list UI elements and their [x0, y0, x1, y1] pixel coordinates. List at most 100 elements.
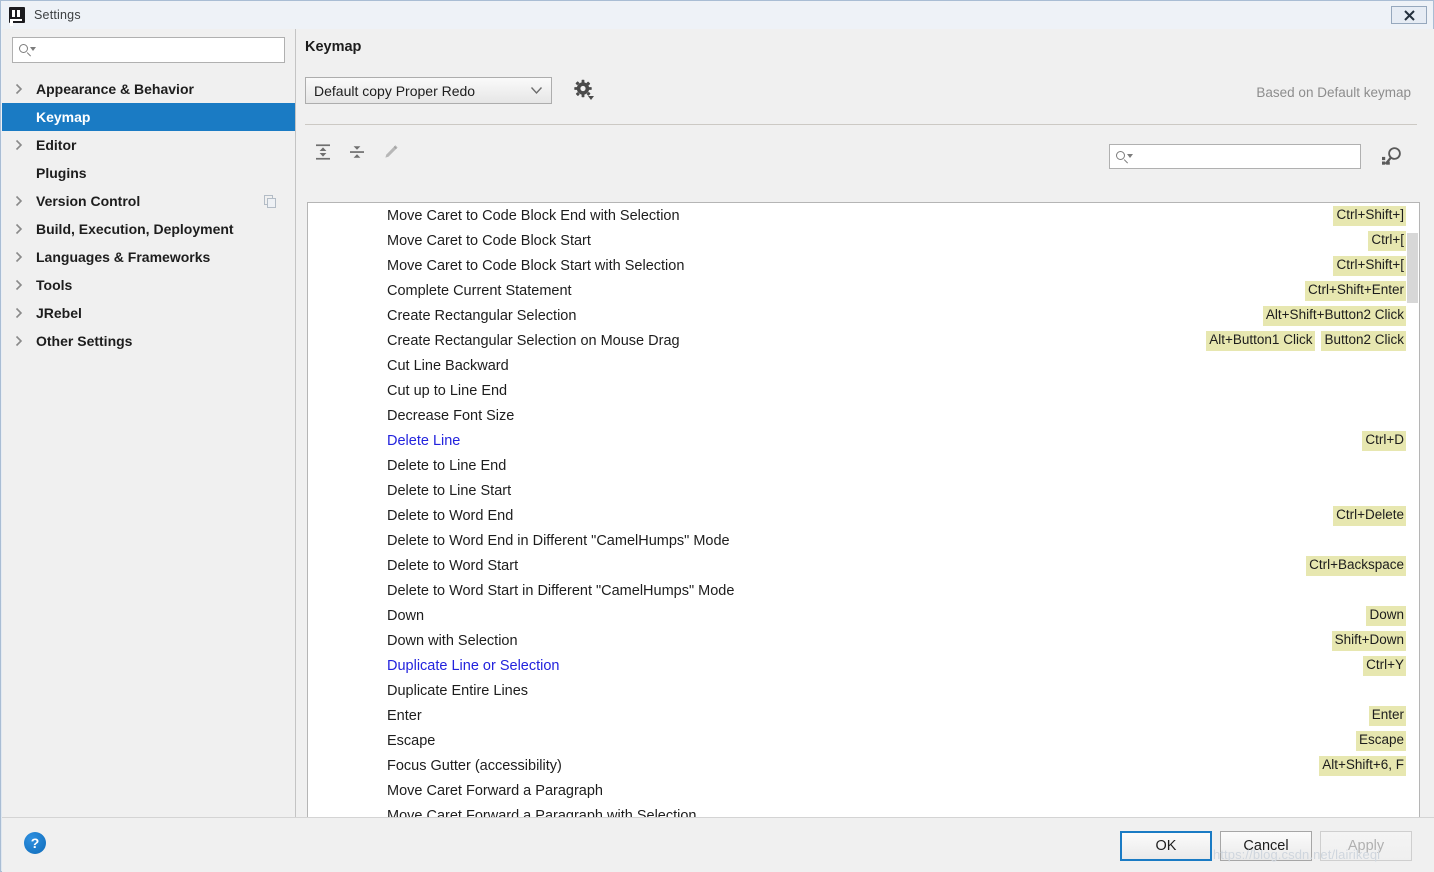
chevron-right-icon[interactable]: [2, 251, 36, 263]
expand-all-icon[interactable]: [308, 137, 338, 167]
shortcut-list: Ctrl+Y: [1363, 656, 1407, 676]
shortcut-badge[interactable]: Escape: [1355, 731, 1407, 751]
action-row[interactable]: Complete Current Statement Ctrl+Shift+Ent…: [308, 278, 1419, 303]
keymap-select[interactable]: Default copy Proper Redo: [305, 77, 552, 104]
action-row[interactable]: Delete Line Ctrl+D: [308, 428, 1419, 453]
chevron-right-icon[interactable]: [2, 139, 36, 151]
action-row[interactable]: Move Caret to Code Block Start with Sele…: [308, 253, 1419, 278]
action-row[interactable]: Move Caret Forward a Paragraph: [308, 778, 1419, 803]
chevron-right-icon[interactable]: [2, 335, 36, 347]
action-row[interactable]: Create Rectangular Selection Alt+Shift+Bu…: [308, 303, 1419, 328]
actions-list-scrollbar[interactable]: [1406, 203, 1419, 831]
title-bar: Settings: [1, 1, 1434, 29]
action-row[interactable]: Delete to Line Start: [308, 478, 1419, 503]
sidebar-item-keymap[interactable]: Keymap: [2, 103, 295, 131]
action-row[interactable]: Down with Selection Shift+Down: [308, 628, 1419, 653]
action-row[interactable]: Move Caret to Code Block Start Ctrl+[: [308, 228, 1419, 253]
sidebar-item-plugins[interactable]: Plugins: [2, 159, 295, 187]
shortcut-badge[interactable]: Shift+Down: [1331, 631, 1407, 651]
sidebar-item-tools[interactable]: Tools: [2, 271, 295, 299]
action-row[interactable]: Delete to Word End Ctrl+Delete: [308, 503, 1419, 528]
action-name: Delete to Line Start: [387, 482, 512, 499]
chevron-right-icon[interactable]: [2, 279, 36, 291]
sidebar-item-appearance-behavior[interactable]: Appearance & Behavior: [2, 75, 295, 103]
shortcut-badge[interactable]: Ctrl+Shift+]: [1333, 206, 1407, 226]
sidebar-item-build-execution-deployment[interactable]: Build, Execution, Deployment: [2, 215, 295, 243]
shortcut-list: Alt+Button1 Click Button2 Click: [1206, 331, 1407, 351]
action-name: Cut up to Line End: [387, 382, 508, 399]
actions-list[interactable]: Move Caret to Code Block End with Select…: [307, 202, 1420, 832]
apply-button[interactable]: Apply: [1320, 831, 1412, 861]
collapse-all-icon[interactable]: [342, 137, 372, 167]
find-by-shortcut-icon[interactable]: [1379, 145, 1405, 169]
action-row[interactable]: Enter Enter: [308, 703, 1419, 728]
action-row[interactable]: Duplicate Line or Selection Ctrl+Y: [308, 653, 1419, 678]
cancel-button[interactable]: Cancel: [1220, 831, 1312, 861]
shortcut-badge[interactable]: Ctrl+Shift+Enter: [1304, 281, 1407, 301]
action-row[interactable]: Delete to Line End: [308, 453, 1419, 478]
scrollbar-thumb[interactable]: [1407, 233, 1418, 303]
action-name: Move Caret to Code Block Start: [387, 232, 591, 249]
window-title: Settings: [34, 8, 81, 22]
shortcut-badge[interactable]: Ctrl+Delete: [1333, 506, 1407, 526]
sidebar-item-label: Languages & Frameworks: [36, 249, 211, 265]
shortcut-badge[interactable]: Down: [1366, 606, 1407, 626]
shortcut-badge[interactable]: Ctrl+Y: [1363, 656, 1407, 676]
shortcut-badge[interactable]: Enter: [1368, 706, 1407, 726]
sidebar-search-field[interactable]: [12, 37, 285, 63]
sidebar-item-version-control[interactable]: Version Control: [2, 187, 295, 215]
sidebar-item-languages-frameworks[interactable]: Languages & Frameworks: [2, 243, 295, 271]
action-row[interactable]: Delete to Word Start in Different "Camel…: [308, 578, 1419, 603]
sidebar-item-label: Tools: [36, 277, 73, 293]
action-row[interactable]: Escape Escape: [308, 728, 1419, 753]
sidebar-item-label: Other Settings: [36, 333, 133, 349]
shortcut-badge[interactable]: Ctrl+D: [1362, 431, 1407, 451]
sidebar-item-jrebel[interactable]: JRebel: [2, 299, 295, 327]
chevron-right-icon[interactable]: [2, 307, 36, 319]
pencil-edit-icon[interactable]: [376, 137, 406, 167]
shortcut-badge[interactable]: Alt+Shift+Button2 Click: [1262, 306, 1407, 326]
shortcut-badge[interactable]: Button2 Click: [1321, 331, 1407, 351]
gear-icon[interactable]: [573, 79, 595, 101]
search-input[interactable]: [37, 42, 284, 58]
action-row[interactable]: Delete to Word End in Different "CamelHu…: [308, 528, 1419, 553]
sidebar-item-label: Appearance & Behavior: [36, 81, 194, 97]
action-name: Escape: [387, 732, 436, 749]
action-name: Down: [387, 607, 425, 624]
shortcut-badge[interactable]: Ctrl+Shift+[: [1333, 256, 1407, 276]
keymap-selector-row: Default copy Proper Redo Based on Defaul…: [305, 77, 1425, 107]
shortcut-badge[interactable]: Alt+Shift+6, F: [1319, 756, 1407, 776]
action-row[interactable]: Move Caret to Code Block End with Select…: [308, 203, 1419, 228]
shortcut-list: Ctrl+Shift+]: [1333, 206, 1407, 226]
action-row[interactable]: Duplicate Entire Lines: [308, 678, 1419, 703]
help-icon[interactable]: ?: [24, 832, 46, 854]
based-on-label: Based on Default keymap: [1256, 85, 1411, 100]
copy-icon[interactable]: [264, 195, 277, 208]
chevron-right-icon[interactable]: [2, 223, 36, 235]
sidebar-item-other-settings[interactable]: Other Settings: [2, 327, 295, 355]
close-icon[interactable]: [1391, 6, 1427, 24]
action-row[interactable]: Focus Gutter (accessibility) Alt+Shift+6,…: [308, 753, 1419, 778]
action-name: Move Caret Forward a Paragraph: [387, 782, 603, 799]
shortcut-badge[interactable]: Alt+Button1 Click: [1206, 331, 1316, 351]
action-name: Focus Gutter (accessibility): [387, 757, 562, 774]
action-row[interactable]: Create Rectangular Selection on Mouse Dr…: [308, 328, 1419, 353]
ok-button[interactable]: OK: [1120, 831, 1212, 861]
action-name: Move Caret to Code Block End with Select…: [387, 207, 680, 224]
chevron-right-icon[interactable]: [2, 83, 36, 95]
sidebar-item-label: Keymap: [36, 109, 91, 125]
chevron-right-icon[interactable]: [2, 195, 36, 207]
action-row[interactable]: Delete to Word Start Ctrl+Backspace: [308, 553, 1419, 578]
action-row[interactable]: Cut up to Line End: [308, 378, 1419, 403]
action-row[interactable]: Cut Line Backward: [308, 353, 1419, 378]
shortcut-badge[interactable]: Ctrl+[: [1368, 231, 1407, 251]
action-row[interactable]: Decrease Font Size: [308, 403, 1419, 428]
filter-input[interactable]: [1134, 149, 1360, 164]
settings-sidebar: Appearance & Behavior Keymap Editor Plug…: [2, 29, 296, 817]
action-row[interactable]: Down Down: [308, 603, 1419, 628]
shortcut-list: Ctrl+D: [1362, 431, 1407, 451]
sidebar-item-editor[interactable]: Editor: [2, 131, 295, 159]
action-name: Delete to Word Start: [387, 557, 519, 574]
filter-actions-field[interactable]: [1109, 144, 1361, 169]
shortcut-badge[interactable]: Ctrl+Backspace: [1306, 556, 1407, 576]
